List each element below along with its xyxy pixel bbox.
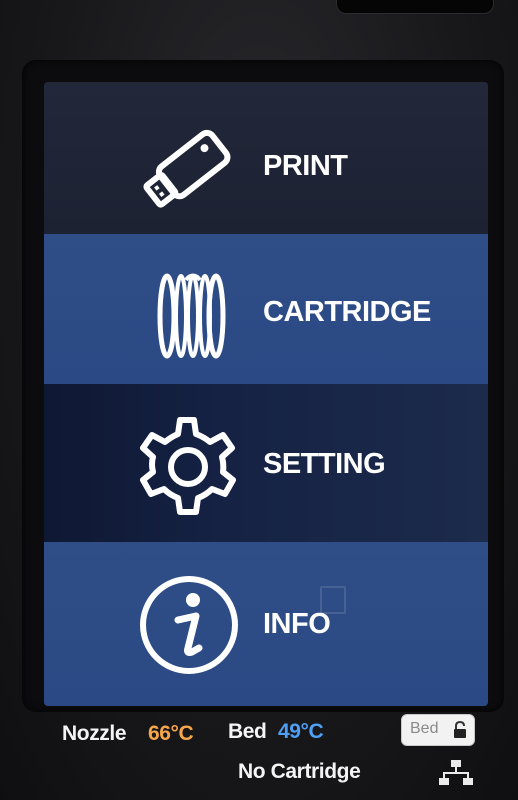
- filament-spool-icon: [157, 273, 226, 359]
- device-notch: [336, 0, 494, 14]
- touch-screen: PRINT CARTRIDGE SETTING INFO: [44, 82, 488, 706]
- bed-unlock-button[interactable]: Bed: [401, 714, 475, 746]
- unlock-icon: [454, 721, 466, 738]
- cartridge-status: No Cartridge: [238, 760, 361, 783]
- bed-label: Bed: [228, 720, 267, 743]
- gear-icon: [140, 417, 236, 515]
- setting-label: SETTING: [263, 448, 386, 480]
- status-bar: Nozzle 66°C Bed 49°C Bed No Cartridge: [44, 706, 494, 800]
- cartridge-label: CARTRIDGE: [263, 296, 431, 328]
- usb-drive-icon: [143, 129, 231, 208]
- print-label: PRINT: [263, 150, 348, 182]
- info-circle-icon: [140, 576, 238, 674]
- bed-button-label: Bed: [410, 720, 439, 737]
- menu-item-cartridge[interactable]: CARTRIDGE: [44, 234, 488, 384]
- bed-temp: 49°C: [278, 720, 324, 743]
- nozzle-label: Nozzle: [62, 722, 127, 745]
- nozzle-temp: 66°C: [148, 722, 194, 745]
- menu-item-setting[interactable]: SETTING: [44, 384, 488, 542]
- menu-item-info[interactable]: INFO: [44, 542, 488, 706]
- info-label: INFO: [263, 608, 331, 640]
- menu-item-print[interactable]: PRINT: [44, 82, 488, 234]
- printer-device: PRINT CARTRIDGE SETTING INFO Nozzle 66°C…: [0, 0, 518, 800]
- network-icon: [439, 760, 473, 785]
